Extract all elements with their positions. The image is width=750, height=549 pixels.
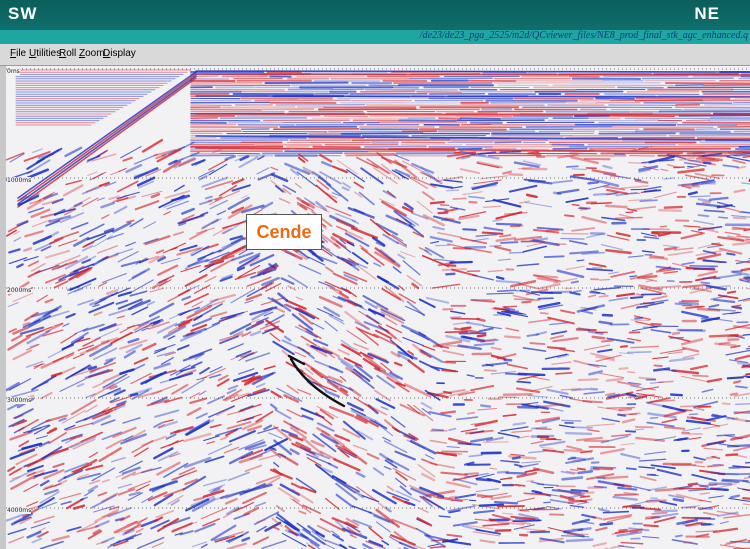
- time-tick-2000: 2000ms: [7, 287, 32, 294]
- time-tick-1000: 1000ms: [7, 177, 32, 184]
- window-titlebar[interactable]: /de23/de23_pga_2525/m2d/QCviewer_files/N…: [0, 30, 750, 44]
- direction-label-ne: NE: [694, 4, 720, 23]
- menu-roll-rest: oll: [66, 48, 77, 59]
- seismic-canvas: [6, 68, 750, 549]
- menu-utilities-rest: tilities: [36, 48, 62, 59]
- menu-file-rest: ile: [16, 48, 27, 59]
- menu-zoom[interactable]: Zoom: [79, 48, 105, 59]
- menu-utilities[interactable]: Utilities: [29, 48, 61, 59]
- menu-display-rest: isplay: [110, 48, 136, 59]
- time-tick-4000: 4000ms: [7, 507, 32, 514]
- menu-bar: File Utilities Roll Zoom Display: [0, 44, 750, 66]
- time-tick-0: 0ms: [7, 68, 20, 75]
- cende-label: Cende: [246, 214, 322, 250]
- title-banner: SW NE: [0, 0, 750, 30]
- time-tick-3000: 3000ms: [7, 397, 32, 404]
- menu-roll[interactable]: Roll: [59, 48, 76, 59]
- seismic-section[interactable]: 0ms 1000ms 2000ms 3000ms 4000ms Cende: [6, 66, 750, 549]
- menu-zoom-rest: oom: [85, 48, 105, 59]
- direction-label-sw: SW: [8, 4, 38, 23]
- window-title-path: /de23/de23_pga_2525/m2d/QCviewer_files/N…: [419, 30, 748, 41]
- menu-display[interactable]: Display: [103, 48, 136, 59]
- menu-file[interactable]: File: [10, 48, 26, 59]
